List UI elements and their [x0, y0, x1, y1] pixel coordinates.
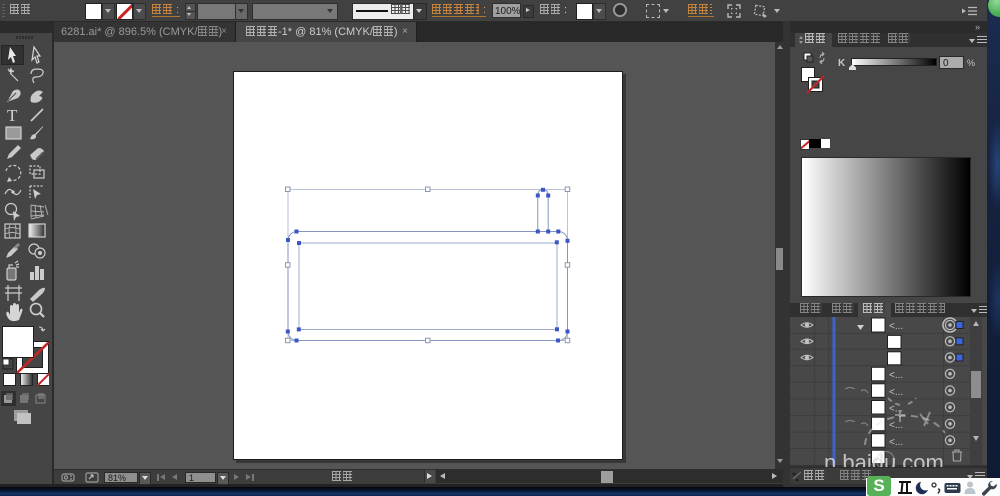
svg-text:<...: <... — [889, 321, 903, 332]
svg-text:T: T — [7, 106, 18, 125]
svg-text:<...: <... — [889, 370, 903, 381]
